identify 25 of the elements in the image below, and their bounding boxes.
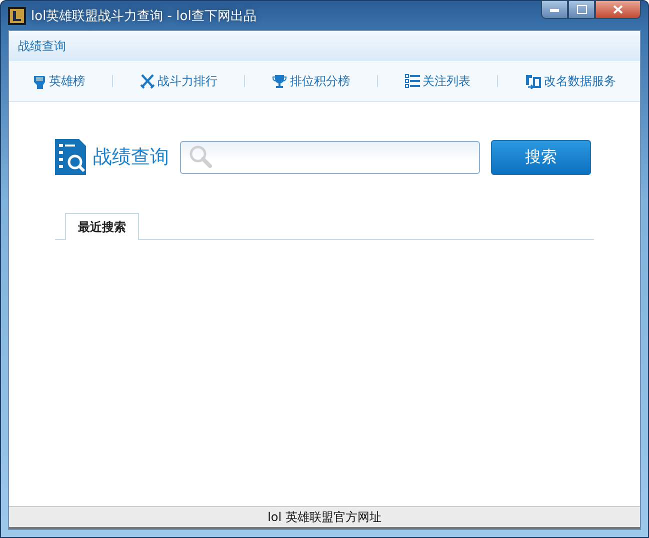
app-logo-icon <box>8 6 26 24</box>
header-title: 战绩查询 <box>18 38 66 54</box>
rename-icon <box>525 74 541 88</box>
search-field[interactable] <box>180 140 480 174</box>
window-title: lol英雄联盟战斗力查询 - lol查下网出品 <box>31 8 256 24</box>
crossed-swords-icon <box>140 74 154 88</box>
nav-link[interactable]: 排位积分榜 <box>272 72 350 90</box>
close-icon <box>613 5 623 14</box>
tab[interactable]: 最近搜索 <box>65 213 139 240</box>
minimize-button[interactable] <box>541 0 568 19</box>
list-icon <box>404 74 420 88</box>
trophy-icon <box>272 74 287 88</box>
minimize-icon <box>550 8 560 12</box>
search-icon <box>189 145 213 169</box>
search-button[interactable]: 搜索 <box>491 140 591 174</box>
close-button[interactable] <box>595 0 641 19</box>
nav-link[interactable]: 英雄榜 <box>33 72 85 90</box>
maximize-icon <box>576 5 586 14</box>
search-title: 战绩查询 <box>93 145 169 170</box>
nav-link[interactable]: 改名数据服务 <box>525 72 616 90</box>
status-link[interactable]: lol 英雄联盟官方网址 <box>268 508 382 526</box>
maximize-button[interactable] <box>568 0 595 19</box>
nav-link[interactable]: 战斗力排行 <box>140 72 218 90</box>
search-record-icon <box>55 139 86 175</box>
nav-link[interactable]: 关注列表 <box>404 72 470 90</box>
